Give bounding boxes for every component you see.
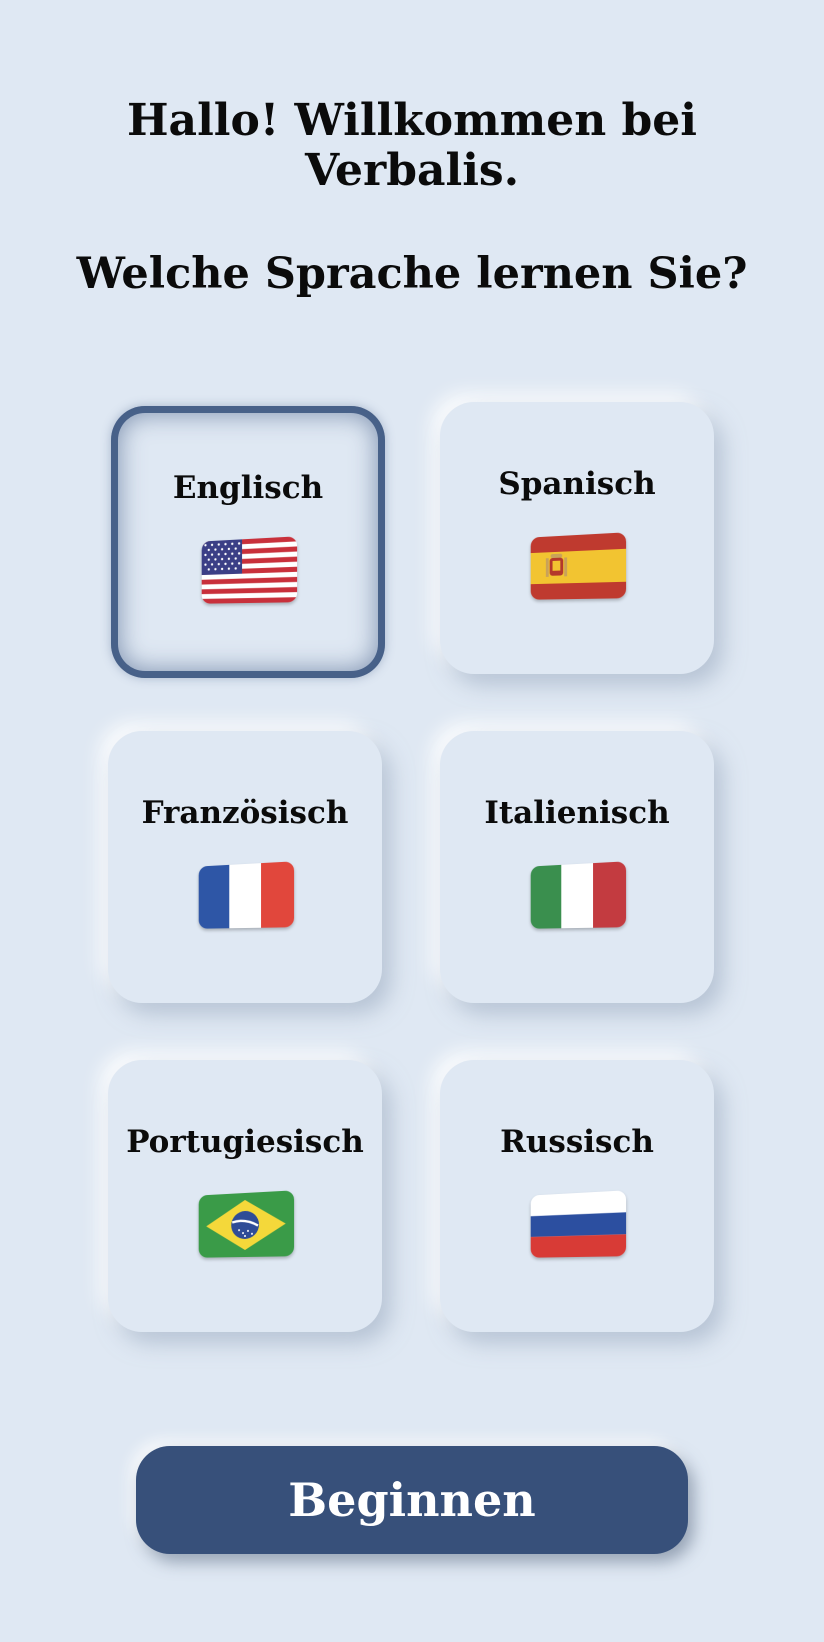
- language-card-italian[interactable]: Italienisch: [440, 731, 714, 1003]
- language-card-french[interactable]: Französisch: [108, 731, 382, 1003]
- brazil-flag-icon: [198, 1190, 295, 1258]
- language-question: Welche Sprache lernen Sie?: [76, 249, 748, 299]
- language-card-english[interactable]: Englisch: [111, 406, 385, 678]
- welcome-heading-line-2: Verbalis.: [304, 145, 520, 196]
- spain-flag-icon: [530, 532, 627, 600]
- italy-flag-icon: [530, 861, 627, 929]
- language-card-portuguese[interactable]: Portugiesisch: [108, 1060, 382, 1332]
- france-flag-icon: [198, 861, 295, 929]
- language-label-portuguese: Portugiesisch: [126, 1124, 364, 1160]
- language-label-french: Französisch: [141, 795, 349, 831]
- language-label-russian: Russisch: [500, 1124, 654, 1160]
- language-label-italian: Italienisch: [484, 795, 670, 831]
- language-label-spanish: Spanisch: [498, 466, 656, 502]
- welcome-heading: Hallo! Willkommen bei Verbalis.: [0, 96, 824, 196]
- us-flag-icon: [201, 536, 298, 604]
- language-card-russian[interactable]: Russisch: [440, 1060, 714, 1332]
- start-button[interactable]: Beginnen: [136, 1446, 688, 1554]
- russia-flag-icon: [530, 1190, 627, 1258]
- language-card-spanish[interactable]: Spanisch: [440, 402, 714, 674]
- language-label-english: Englisch: [172, 470, 324, 506]
- welcome-heading-line-1: Hallo! Willkommen bei: [126, 95, 697, 146]
